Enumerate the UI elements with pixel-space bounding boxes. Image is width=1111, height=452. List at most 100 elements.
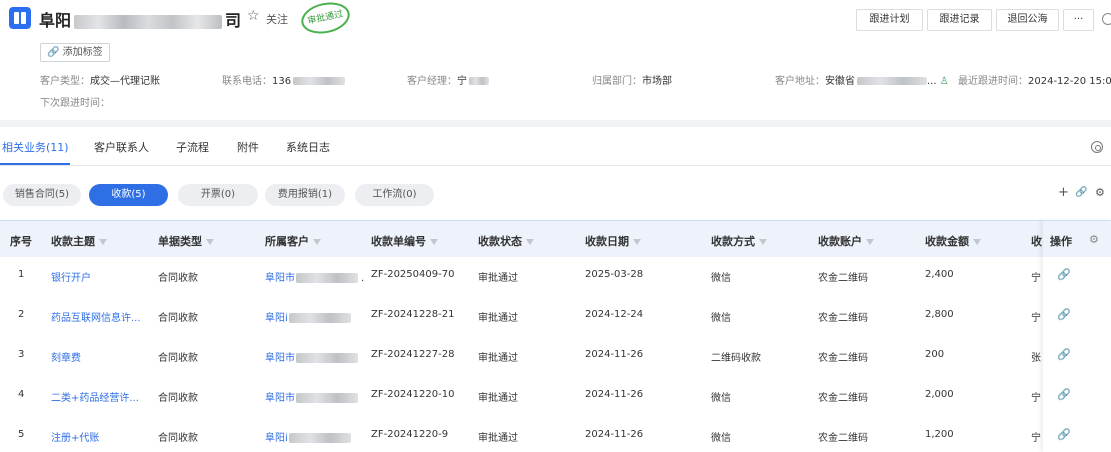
col-subject[interactable]: 收款主题 xyxy=(51,233,107,249)
tab-subflow[interactable]: 子流程 xyxy=(176,139,209,155)
cell-customer[interactable]: 阜阳市 xyxy=(265,349,361,364)
building-icon xyxy=(9,7,31,29)
add-tag-button[interactable]: 🔗 添加标签 xyxy=(40,43,110,62)
row-link-icon[interactable]: 🔗 xyxy=(1057,388,1071,401)
filter-icon xyxy=(633,239,641,245)
row-link-icon[interactable]: 🔗 xyxy=(1057,308,1071,321)
cell-subject[interactable]: 注册+代账 xyxy=(51,429,99,444)
table-row[interactable]: 5 注册+代账 合同收款 阜阳i ZF-20241220-9 审批通过 2024-11-26… xyxy=(0,417,1043,452)
row-link-icon[interactable]: 🔗 xyxy=(1057,268,1071,281)
gear-icon[interactable]: ⚙ xyxy=(1095,186,1105,199)
cell-status: 审批通过 xyxy=(478,353,518,364)
info-manager: 客户经理：宁 xyxy=(407,72,489,87)
col-date[interactable]: 收款日期 xyxy=(585,233,641,249)
follow-plan-button[interactable]: 跟进计划 xyxy=(856,9,923,31)
col-status[interactable]: 收款状态 xyxy=(478,233,534,249)
more-button[interactable]: ··· xyxy=(1063,9,1094,31)
filter-icon xyxy=(206,239,214,245)
cell-amount: 2,800 xyxy=(925,309,954,320)
tab-attachments[interactable]: 附件 xyxy=(237,139,259,155)
cell-date: 2025-03-28 xyxy=(585,269,644,280)
pill-receipts[interactable]: 收款(5) xyxy=(89,184,168,206)
filter-icon xyxy=(526,239,534,245)
add-icon[interactable]: + xyxy=(1058,185,1069,200)
cell-account: 农金二维码 xyxy=(818,353,868,364)
col-account[interactable]: 收款账户 xyxy=(818,233,874,249)
star-icon[interactable]: ☆ xyxy=(247,8,260,24)
related-panel: 相关业务(11) 客户联系人 子流程 附件 系统日志 销售合同(5) 收款(5)… xyxy=(0,127,1111,452)
table-row[interactable]: 4 二类+药品经营许... 合同收款 阜阳市 ZF-20241220-10 审批通过 202… xyxy=(0,377,1043,417)
cell-subject[interactable]: 银行开户 xyxy=(51,269,91,284)
link-icon[interactable]: 🔗 xyxy=(1075,187,1087,198)
info-phone: 联系电话：136 xyxy=(222,72,346,87)
cell-status: 审批通过 xyxy=(478,313,518,324)
return-pool-button[interactable]: 退回公海 xyxy=(996,9,1059,31)
info-customer-type: 客户类型：成交—代理记账 xyxy=(40,76,160,87)
customer-name: 阜阳司 xyxy=(39,11,242,30)
pill-expenses[interactable]: 费用报销(1) xyxy=(265,184,345,206)
settings-icon[interactable] xyxy=(1091,141,1103,153)
circle-icon[interactable] xyxy=(1102,13,1111,25)
table-row[interactable]: 2 药品互联网信息许... 合同收款 阜阳i ZF-20241228-21 审批通过 202… xyxy=(0,297,1043,337)
location-icon: ♙ xyxy=(939,76,949,87)
cell-doc-type: 合同收款 xyxy=(158,313,198,324)
table-row[interactable]: 1 银行开户 合同收款 阜阳市. ZF-20250409-70 审批通过 2025-03-2… xyxy=(0,257,1043,297)
cell-extra: 张 xyxy=(1031,353,1041,364)
col-method[interactable]: 收款方式 xyxy=(711,233,767,249)
table-header: 序号 收款主题 单据类型 所属客户 收款单编号 收款状态 收款日期 收款方式 收… xyxy=(0,220,1111,257)
cell-account: 农金二维码 xyxy=(818,273,868,284)
cell-number: ZF-20250409-70 xyxy=(371,269,455,280)
cell-index: 3 xyxy=(18,349,25,360)
customer-header: 阜阳司 ☆ 关注 审批通过 🔗 添加标签 客户类型：成交—代理记账 联系电话：1… xyxy=(0,0,1111,120)
pill-invoices[interactable]: 开票(0) xyxy=(178,184,258,206)
cell-doc-type: 合同收款 xyxy=(158,433,198,444)
col-customer[interactable]: 所属客户 xyxy=(265,233,321,249)
approved-stamp: 审批通过 xyxy=(298,0,353,38)
cell-date: 2024-11-26 xyxy=(585,349,644,360)
col-operations: 操作 xyxy=(1050,235,1072,248)
cell-customer[interactable]: 阜阳市. xyxy=(265,269,364,284)
cell-method: 二维码收款 xyxy=(711,353,761,364)
cell-subject[interactable]: 药品互联网信息许... xyxy=(51,309,141,324)
row-link-icon[interactable]: 🔗 xyxy=(1057,428,1071,441)
cell-status: 审批通过 xyxy=(478,273,518,284)
cell-method: 微信 xyxy=(711,433,731,444)
cell-customer[interactable]: 阜阳市 xyxy=(265,389,361,404)
col-extra: 收 xyxy=(1031,235,1042,248)
cell-subject[interactable]: 刻章费 xyxy=(51,349,81,364)
cell-customer[interactable]: 阜阳i xyxy=(265,429,354,444)
tab-system-log[interactable]: 系统日志 xyxy=(286,139,330,155)
tab-related-business[interactable]: 相关业务(11) xyxy=(2,139,69,155)
cell-amount: 1,200 xyxy=(925,429,954,440)
cell-amount: 2,000 xyxy=(925,389,954,400)
redacted-name xyxy=(74,14,223,29)
cell-extra: 宁 xyxy=(1031,273,1041,284)
info-department: 归属部门：市场部 xyxy=(592,76,672,87)
tab-contacts[interactable]: 客户联系人 xyxy=(94,139,149,155)
pill-sales-contract[interactable]: 销售合同(5) xyxy=(3,184,81,206)
col-doc-type[interactable]: 单据类型 xyxy=(158,233,214,249)
next-followup: 下次跟进时间： xyxy=(40,98,110,109)
cell-number: ZF-20241228-21 xyxy=(371,309,455,320)
cell-customer[interactable]: 阜阳i xyxy=(265,309,354,324)
table-row[interactable]: 3 刻章费 合同收款 阜阳市 ZF-20241227-28 审批通过 2024-11-26 二… xyxy=(0,337,1043,377)
row-link-icon[interactable]: 🔗 xyxy=(1057,348,1071,361)
cell-method: 微信 xyxy=(711,273,731,284)
filter-icon xyxy=(99,239,107,245)
cell-date: 2024-11-26 xyxy=(585,389,644,400)
operations-column: 操作 ⚙ 🔗 🔗 🔗 🔗 🔗 xyxy=(1043,220,1111,452)
cell-account: 农金二维码 xyxy=(818,313,868,324)
cell-method: 微信 xyxy=(711,393,731,404)
cell-subject[interactable]: 二类+药品经营许... xyxy=(51,389,139,404)
col-number[interactable]: 收款单编号 xyxy=(371,233,438,249)
cell-index: 1 xyxy=(18,269,25,280)
filter-icon xyxy=(430,239,438,245)
cell-doc-type: 合同收款 xyxy=(158,273,198,284)
follow-button[interactable]: 关注 xyxy=(266,11,288,27)
follow-record-button[interactable]: 跟进记录 xyxy=(927,9,992,31)
column-settings-icon[interactable]: ⚙ xyxy=(1089,233,1099,246)
pill-workflow[interactable]: 工作流(0) xyxy=(355,184,434,206)
col-amount[interactable]: 收款金额 xyxy=(925,233,981,249)
cell-number: ZF-20241227-28 xyxy=(371,349,455,360)
cell-date: 2024-11-26 xyxy=(585,429,644,440)
